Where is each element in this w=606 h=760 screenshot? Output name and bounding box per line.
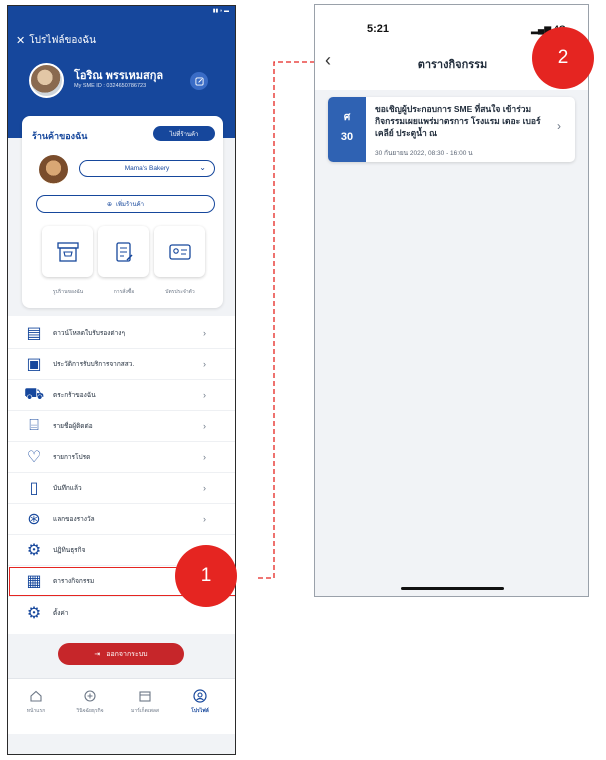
plus-circle-icon: ⊕ — [106, 201, 112, 208]
tab-label: มาร์เก็ตเพลส — [131, 708, 159, 714]
shop-select[interactable]: Mama's Bakery ⌄ — [79, 160, 215, 177]
composite-screenshot: ▮▮ ◗ ▬ ✕ โปรไฟล์ของฉัน โอริณ พรรเหมสกุล … — [0, 0, 606, 760]
chevron-right-icon: › — [203, 359, 206, 369]
cart-icon: ⛟ — [23, 386, 45, 403]
shop-avatar — [39, 155, 68, 184]
tab-label: หน้าแรก — [26, 708, 46, 714]
event-day-abbrev: ศ — [343, 112, 351, 123]
menu-item-label: ดาวน์โหลดใบรับรองต่างๆ — [53, 330, 125, 337]
calendar-icon: ▦ — [26, 573, 42, 590]
chevron-right-icon: › — [557, 119, 561, 133]
menu-item-label: แลกของรางวัล — [53, 516, 95, 523]
tab-marketplace[interactable]: มาร์เก็ตเพลส — [125, 689, 165, 715]
go-to-shop-button[interactable]: ไปที่ร้านค้า — [153, 126, 215, 141]
logout-icon: ⇥ — [94, 651, 101, 658]
chevron-down-icon: ⌄ — [199, 163, 206, 172]
menu-item-label: รายชื่อผู้ติดต่อ — [53, 423, 93, 430]
menu-item-label: ประวัติการรับบริการจากสสว. — [53, 361, 135, 368]
shop-card-title: ร้านค้าของฉัน — [32, 131, 88, 141]
market-icon — [139, 691, 151, 702]
add-shop-label: เพิ่มร้านค้า — [115, 202, 145, 208]
close-icon[interactable]: ✕ — [16, 34, 25, 47]
menu-item-label: ปฏิทินธุรกิจ — [53, 547, 86, 554]
avatar[interactable] — [29, 63, 64, 98]
diagnosis-icon — [84, 690, 96, 702]
tab-profile[interactable]: โปรไฟล์ — [180, 689, 220, 715]
chevron-right-icon: › — [203, 514, 206, 524]
menu-item-label: ตารางกิจกรรม — [53, 578, 95, 585]
menu-item-service-history[interactable]: ▣ ประวัติการรับบริการจากสสว. › — [8, 349, 235, 380]
chevron-right-icon: › — [203, 390, 206, 400]
bottom-tab-bar: หน้าแรก วินิจฉัยธุรกิจ มาร์เก็ตเพลส โปรไ… — [8, 678, 235, 734]
profile-icon — [193, 689, 207, 703]
bookmark-icon: ▯ — [29, 480, 39, 497]
menu-item-certificates[interactable]: ▤ ดาวน์โหลดใบรับรองต่างๆ › — [8, 318, 235, 349]
menu-item-label: บันทึกแล้ว — [53, 485, 82, 492]
chevron-right-icon: › — [203, 328, 206, 338]
tab-home[interactable]: หน้าแรก — [16, 689, 56, 715]
status-bar: ▮▮ ◗ ▬ — [212, 8, 229, 14]
logout-label: ออกจากระบบ — [106, 650, 148, 658]
edit-profile-button[interactable] — [190, 72, 208, 90]
edit-icon — [194, 76, 204, 86]
menu-item-rewards[interactable]: ⊛ แลกของรางวัล › — [8, 504, 235, 535]
page-title-label: โปรไฟล์ของฉัน — [29, 35, 96, 46]
status-time: 5:21 — [367, 23, 390, 35]
home-icon — [30, 690, 42, 702]
calendar-gear-icon: ⚙ — [26, 542, 42, 559]
menu-item-contacts[interactable]: ⌸ รายชื่อผู้ติดต่อ › — [8, 411, 235, 442]
gear-icon: ⚙ — [26, 604, 42, 622]
profile-screen: ▮▮ ◗ ▬ ✕ โปรไฟล์ของฉัน โอริณ พรรเหมสกุล … — [7, 5, 236, 755]
event-date-box: ศ 30 — [328, 97, 366, 162]
tab-diagnosis[interactable]: วินิจฉัยธุรกิจ — [70, 689, 110, 715]
add-shop-button[interactable]: ⊕ เพิ่มร้านค้า — [36, 195, 215, 213]
tab-label: วินิจฉัยธุรกิจ — [76, 708, 104, 714]
menu-item-label: ตระกร้าของฉัน — [53, 392, 96, 399]
storefront-icon — [56, 241, 79, 262]
id-card-tile[interactable] — [154, 226, 205, 277]
event-day-number: 30 — [340, 131, 354, 143]
event-card[interactable]: ศ 30 ขอเชิญผู้ประกอบการ SME ที่สนใจ เข้า… — [328, 97, 575, 162]
history-icon: ▣ — [26, 356, 42, 373]
shop-select-value: Mama's Bakery — [124, 165, 170, 172]
menu-item-favorites[interactable]: ♡ รายการโปรด › — [8, 442, 235, 473]
home-indicator — [401, 587, 504, 590]
event-title: ขอเชิญผู้ประกอบการ SME ที่สนใจ เข้าร่วมก… — [375, 104, 541, 138]
step-marker-2: 2 — [532, 27, 594, 89]
tile-label: การสั่งซื้อ — [113, 289, 135, 295]
tile-label: รูปร้านของฉัน — [52, 289, 84, 295]
menu-item-cart[interactable]: ⛟ ตระกร้าของฉัน › — [8, 380, 235, 411]
order-list-icon — [115, 241, 133, 262]
menu-item-label: ตั้งค่า — [53, 609, 69, 617]
heart-icon: ♡ — [26, 449, 42, 466]
user-name: โอริณ พรรเหมสกุล — [74, 70, 164, 82]
step-marker-1: 1 — [175, 545, 237, 607]
certificate-icon: ▤ — [26, 325, 42, 342]
my-shop-card: ร้านค้าของฉัน ไปที่ร้านค้า Mama's Bakery… — [22, 116, 223, 308]
storefront-tile[interactable] — [42, 226, 93, 277]
orders-tile[interactable] — [98, 226, 149, 277]
reward-icon: ⊛ — [27, 511, 41, 528]
user-id: My SME ID : 0324650786723 — [74, 83, 147, 89]
page-title: ✕ โปรไฟล์ของฉัน — [16, 33, 96, 48]
contacts-icon: ⌸ — [29, 417, 39, 434]
chevron-right-icon: › — [203, 421, 206, 431]
tab-label: โปรไฟล์ — [191, 708, 209, 714]
logout-button[interactable]: ⇥ ออกจากระบบ — [58, 643, 184, 665]
id-card-icon — [168, 243, 191, 260]
tile-label: บัตรประจำตัว — [165, 289, 195, 295]
menu-item-label: รายการโปรด — [53, 454, 91, 461]
chevron-right-icon: › — [203, 452, 206, 462]
menu-item-saved[interactable]: ▯ บันทึกแล้ว › — [8, 473, 235, 504]
chevron-right-icon: › — [203, 483, 206, 493]
activity-schedule-screen: 5:21 ▂▄▆ 4G ‹ ตารางกิจกรรม ศ 30 ขอเชิญผู… — [314, 4, 589, 597]
event-datetime: 30 กันยายน 2022, 08:30 - 16:00 น — [375, 150, 473, 157]
